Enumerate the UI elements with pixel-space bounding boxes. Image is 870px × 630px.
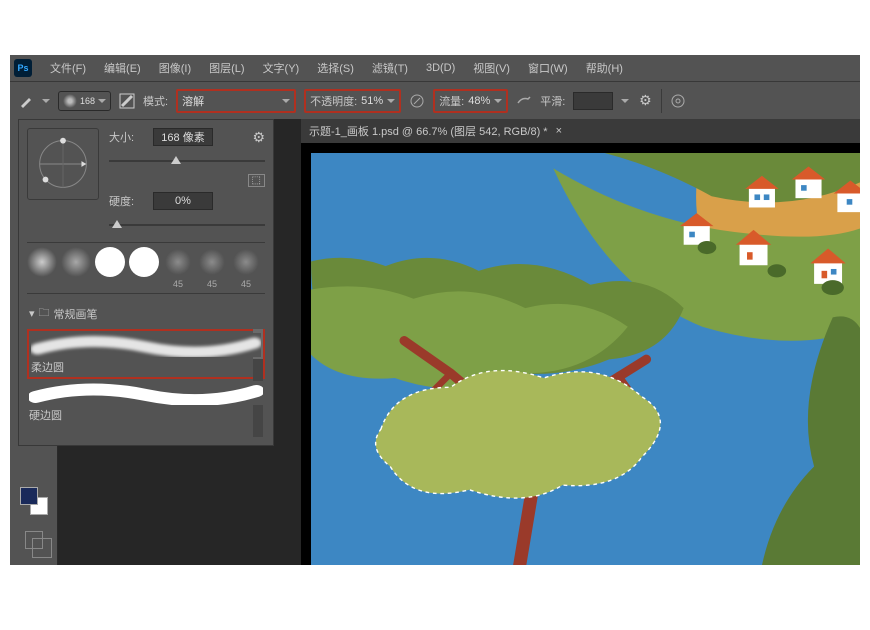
folder-icon: 🗀 [39, 304, 50, 323]
gear-icon[interactable]: ⚙ [637, 93, 653, 109]
new-preset-icon[interactable]: ⬚ [248, 174, 265, 187]
photoshop-window: Ps 文件(F) 编辑(E) 图像(I) 图层(L) 文字(Y) 选择(S) 滤… [10, 55, 860, 565]
size-slider[interactable] [109, 154, 265, 168]
chevron-down-icon[interactable] [621, 99, 629, 103]
folder-name: 常规画笔 [54, 306, 98, 322]
gear-icon[interactable]: ⚙ [252, 129, 265, 146]
flow-control[interactable]: 流量: 48% [433, 89, 508, 113]
brush-tip[interactable]: 45 [197, 247, 227, 289]
opacity-control[interactable]: 不透明度: 51% [304, 89, 401, 113]
brush-name: 柔边圆 [31, 359, 261, 375]
symmetry-icon[interactable] [670, 93, 686, 109]
stroke-preview [29, 381, 263, 405]
menu-filter[interactable]: 滤镜(T) [364, 56, 416, 80]
stroke-preview [31, 333, 261, 357]
brush-tip[interactable]: 45 [231, 247, 261, 289]
mode-dropdown[interactable]: 溶解 [176, 89, 296, 113]
brush-name: 硬边圆 [29, 407, 263, 423]
menu-help[interactable]: 帮助(H) [578, 56, 631, 80]
main-container: 大小: ⚙ ⬚ 硬度: [10, 119, 860, 565]
menu-bar: Ps 文件(F) 编辑(E) 图像(I) 图层(L) 文字(Y) 选择(S) 滤… [10, 55, 860, 81]
brush-tip[interactable] [61, 247, 91, 289]
hardness-label: 硬度: [109, 193, 145, 209]
separator [661, 89, 662, 113]
document-tab[interactable]: 示题-1_画板 1.psd @ 66.7% (图层 542, RGB/8) * … [301, 119, 860, 143]
brush-folder: ▾ 🗀 常规画笔 柔边圆 [27, 302, 265, 437]
folder-header[interactable]: ▾ 🗀 常规画笔 [27, 302, 265, 325]
pressure-opacity-icon[interactable] [409, 93, 425, 109]
brush-tip[interactable] [95, 247, 125, 289]
canvas[interactable] [301, 143, 860, 565]
color-swatches[interactable] [20, 487, 48, 515]
hardness-input[interactable] [153, 192, 213, 210]
menu-view[interactable]: 视图(V) [465, 56, 518, 80]
foreground-color-swatch[interactable] [20, 487, 38, 505]
menu-window[interactable]: 窗口(W) [520, 56, 576, 80]
brush-preset-picker[interactable]: 168 [58, 91, 111, 111]
artwork [311, 153, 860, 565]
brush-tip[interactable]: 45 [163, 247, 193, 289]
chevron-down-icon [494, 99, 502, 103]
quickmask-icon[interactable] [25, 531, 43, 549]
brush-preset-panel: 大小: ⚙ ⬚ 硬度: [18, 119, 274, 446]
mode-value: 溶解 [182, 93, 204, 109]
size-input[interactable] [153, 128, 213, 146]
brush-size-display: 168 [80, 96, 95, 106]
menu-select[interactable]: 选择(S) [309, 56, 362, 80]
menu-edit[interactable]: 编辑(E) [96, 56, 149, 80]
brush-angle-preview[interactable] [27, 128, 99, 200]
ps-logo: Ps [14, 59, 32, 77]
brush-tip[interactable] [27, 247, 57, 289]
menu-3d[interactable]: 3D(D) [418, 58, 463, 78]
menu-type[interactable]: 文字(Y) [255, 56, 308, 80]
tab-title: 示题-1_画板 1.psd @ 66.7% (图层 542, RGB/8) * [309, 123, 548, 139]
flow-label: 流量: [439, 93, 464, 109]
brush-list: 柔边圆 硬边圆 [27, 329, 265, 437]
chevron-down-icon [282, 99, 290, 103]
brush-list-item[interactable]: 硬边圆 [27, 379, 265, 425]
mode-label: 模式: [143, 93, 168, 109]
opacity-label: 不透明度: [310, 93, 357, 109]
chevron-down-icon [387, 99, 395, 103]
brush-settings-toggle-icon[interactable] [119, 93, 135, 109]
tool-preset-icon[interactable] [18, 93, 34, 109]
smoothing-label: 平滑: [540, 93, 565, 109]
menu-file[interactable]: 文件(F) [42, 56, 94, 80]
airbrush-icon[interactable] [516, 93, 532, 109]
size-label: 大小: [109, 129, 145, 145]
close-icon[interactable]: × [556, 125, 562, 137]
chevron-down-icon [98, 99, 106, 103]
flow-value: 48% [468, 95, 490, 107]
options-bar: 168 模式: 溶解 不透明度: 51% 流量: 48% 平滑: [10, 81, 860, 119]
menu-image[interactable]: 图像(I) [151, 56, 199, 80]
smoothing-input[interactable] [573, 92, 613, 110]
brush-tip-row: 45 45 45 [27, 242, 265, 294]
opacity-value: 51% [361, 95, 383, 107]
hardness-slider[interactable] [109, 218, 265, 232]
brush-thumb-icon [63, 94, 77, 108]
chevron-down-icon: ▾ [29, 307, 35, 320]
brush-list-item-selected[interactable]: 柔边圆 [27, 329, 265, 379]
menu-layer[interactable]: 图层(L) [201, 56, 252, 80]
chevron-down-icon[interactable] [42, 99, 50, 103]
brush-tip[interactable] [129, 247, 159, 289]
